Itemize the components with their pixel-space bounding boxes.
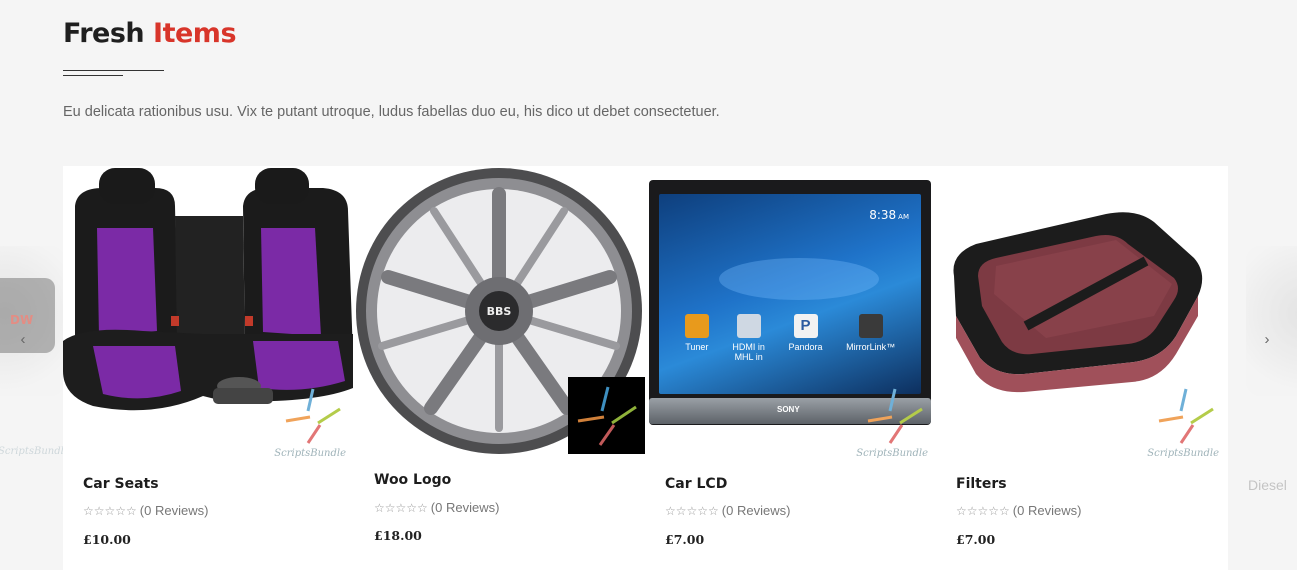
carousel-prev-button[interactable]: ‹ bbox=[16, 330, 30, 350]
product-carousel: DW ScriptsBundle ‹ bbox=[0, 166, 1297, 570]
scriptsbundle-logo: ScriptsBundle bbox=[274, 381, 348, 461]
product-grid: ScriptsBundle Car Seats ☆☆☆☆☆ (0 Reviews)… bbox=[63, 166, 1228, 570]
chevron-left-icon: ‹ bbox=[20, 331, 26, 348]
product-card-car-lcd[interactable]: 8:38 AM Tuner HDMI in MHL in P Pandora M… bbox=[645, 166, 936, 570]
section-intro: Eu delicata rationibus usu. Vix te putan… bbox=[63, 104, 720, 120]
scriptsbundle-logo: ScriptsBundle bbox=[856, 381, 930, 461]
product-name[interactable]: Woo Logo bbox=[374, 472, 451, 488]
product-price: £18.00 bbox=[374, 528, 422, 543]
review-count: (0 Reviews) bbox=[139, 503, 209, 518]
head-unit-screen: 8:38 AM Tuner HDMI in MHL in P Pandora M… bbox=[659, 194, 921, 394]
product-image-car-seats[interactable]: ScriptsBundle bbox=[63, 166, 354, 461]
review-count: (0 Reviews) bbox=[721, 503, 791, 518]
star-rating-icon: ☆☆☆☆☆ bbox=[83, 504, 137, 518]
product-rating: ☆☆☆☆☆ (0 Reviews) bbox=[956, 503, 1081, 518]
product-image-filters[interactable]: ScriptsBundle bbox=[936, 166, 1227, 461]
product-card-filters[interactable]: ScriptsBundle Filters ☆☆☆☆☆ (0 Reviews) £… bbox=[936, 166, 1227, 570]
section-title-accent: Items bbox=[153, 18, 237, 49]
screen-clock: 8:38 AM bbox=[869, 208, 909, 222]
product-name[interactable]: Car Seats bbox=[83, 476, 159, 492]
chevron-right-icon: › bbox=[1264, 331, 1270, 348]
product-rating: ☆☆☆☆☆ (0 Reviews) bbox=[665, 503, 790, 518]
star-rating-icon: ☆☆☆☆☆ bbox=[956, 504, 1010, 518]
app-label: MirrorLink™ bbox=[846, 342, 896, 352]
screen-glow bbox=[719, 258, 879, 300]
product-rating: ☆☆☆☆☆ (0 Reviews) bbox=[83, 503, 208, 518]
prev-product-peek[interactable]: DW ScriptsBundle bbox=[0, 166, 63, 570]
scriptsbundle-logo: ScriptsBundle bbox=[1147, 381, 1221, 461]
product-card-car-seats[interactable]: ScriptsBundle Car Seats ☆☆☆☆☆ (0 Reviews)… bbox=[63, 166, 354, 570]
section-title-main: Fresh bbox=[63, 18, 145, 49]
product-rating: ☆☆☆☆☆ (0 Reviews) bbox=[374, 500, 499, 515]
product-card-woo-logo[interactable]: BBS Woo Logo ☆☆☆☆☆ (0 Reviews) £18.00 bbox=[354, 166, 645, 570]
app-label: Tuner bbox=[685, 342, 709, 352]
carousel-next-button[interactable]: › bbox=[1260, 330, 1274, 350]
next-product-peek[interactable]: Diesel bbox=[1228, 166, 1297, 570]
product-image-car-lcd[interactable]: 8:38 AM Tuner HDMI in MHL in P Pandora M… bbox=[645, 166, 936, 461]
product-price: £7.00 bbox=[956, 532, 996, 547]
product-name[interactable]: Filters bbox=[956, 476, 1007, 492]
watermark-text: ScriptsBundle bbox=[274, 448, 346, 459]
section-title: Fresh Items bbox=[63, 18, 237, 49]
product-name[interactable]: Car LCD bbox=[665, 476, 727, 492]
watermark-text: ScriptsBundle bbox=[856, 448, 928, 459]
product-price: £7.00 bbox=[665, 532, 705, 547]
title-underline bbox=[63, 70, 164, 78]
review-count: (0 Reviews) bbox=[1012, 503, 1082, 518]
product-price: £10.00 bbox=[83, 532, 131, 547]
watermark-text: ScriptsBundle bbox=[1147, 448, 1219, 459]
app-label: Pandora bbox=[788, 342, 823, 352]
star-rating-icon: ☆☆☆☆☆ bbox=[374, 501, 428, 515]
svg-text:BBS: BBS bbox=[487, 305, 512, 318]
product-image-woo-logo[interactable]: BBS bbox=[354, 166, 645, 461]
star-rating-icon: ☆☆☆☆☆ bbox=[665, 504, 719, 518]
screen-apps: Tuner HDMI in MHL in P Pandora MirrorLin… bbox=[659, 314, 921, 362]
woo-logo-overlay bbox=[568, 377, 645, 454]
review-count: (0 Reviews) bbox=[430, 500, 500, 515]
app-label: HDMI in MHL in bbox=[732, 342, 765, 362]
